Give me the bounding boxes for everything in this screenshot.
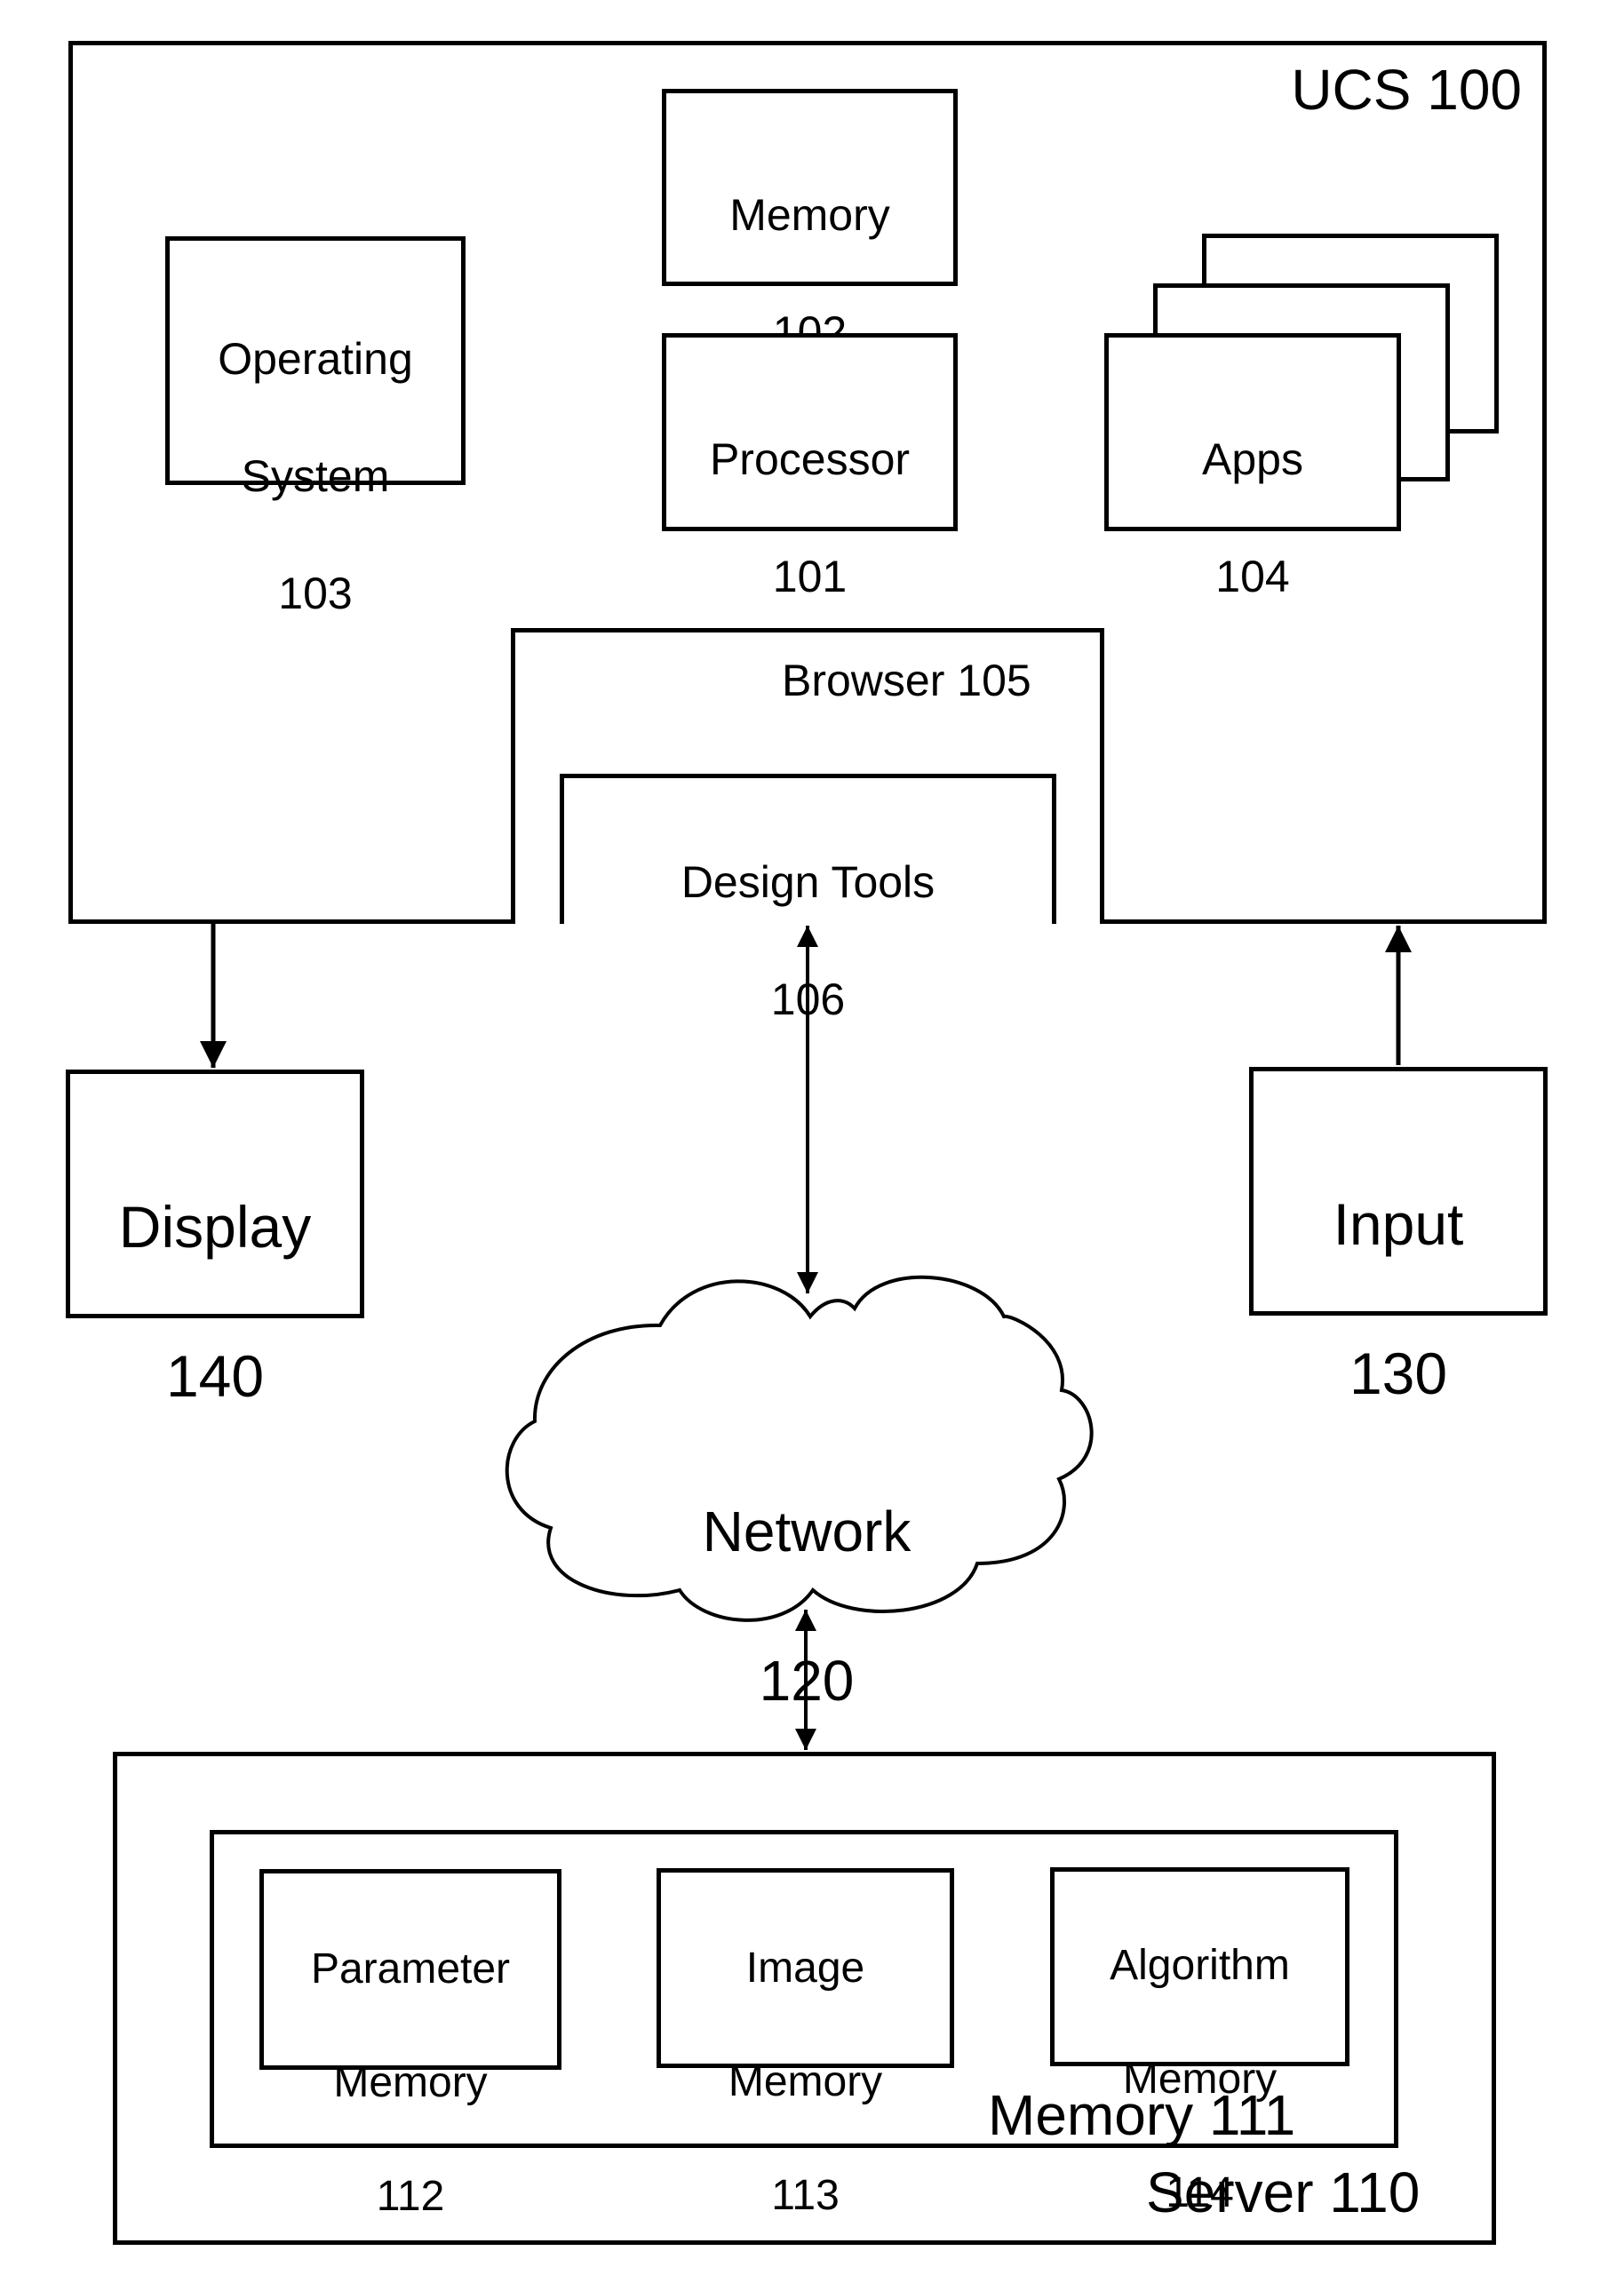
algorithm-memory-number: 114 xyxy=(1166,2169,1234,2216)
network-number: 120 xyxy=(759,1649,855,1713)
parameter-memory-label-1: Parameter xyxy=(310,1945,511,1993)
parameter-memory-label-2: Memory xyxy=(333,2059,488,2106)
algorithm-memory-box: Algorithm Memory 114 xyxy=(1050,1867,1349,2216)
image-memory-label-1: Image xyxy=(745,1945,865,1992)
algorithm-memory-label-2: Memory xyxy=(1122,2056,1278,2103)
parameter-memory-number: 112 xyxy=(376,2173,445,2220)
image-memory-box: Image Memory 113 xyxy=(657,1868,954,2219)
parameter-memory-box: Parameter Memory 112 xyxy=(259,1869,561,2220)
algorithm-memory-label-1: Algorithm xyxy=(1110,1942,1290,1989)
network-label: Network xyxy=(702,1499,912,1563)
image-memory-label-2: Memory xyxy=(728,2058,883,2105)
image-memory-number: 113 xyxy=(771,2172,840,2219)
